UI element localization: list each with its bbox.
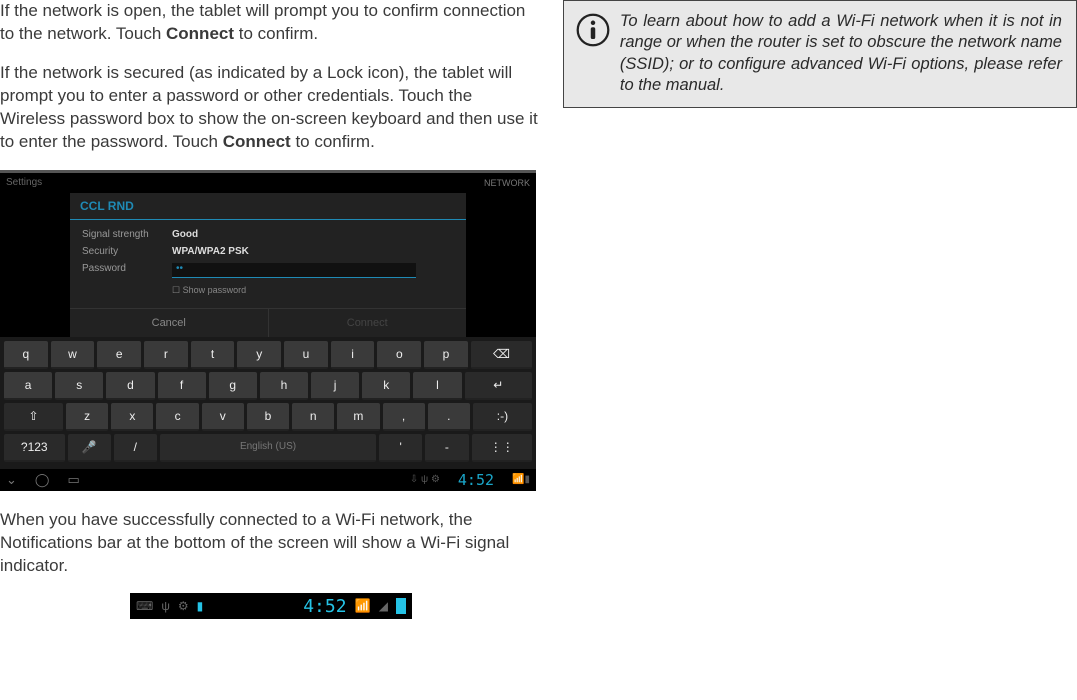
key-z[interactable]: z (66, 403, 108, 431)
mini-dl-icon: ▮ (197, 599, 204, 613)
recent-icon[interactable]: ▭ (67, 472, 79, 488)
cancel-button[interactable]: Cancel (70, 309, 268, 337)
para-connected: When you have successfully connected to … (0, 509, 539, 578)
signal-value: Good (172, 229, 198, 240)
key-a[interactable]: a (4, 372, 52, 400)
para-secured-network: If the network is secured (as indicated … (0, 62, 539, 154)
key-space[interactable]: English (US) (160, 434, 376, 462)
key-d[interactable]: d (106, 372, 154, 400)
key-o[interactable]: o (377, 341, 421, 369)
mini-kbd-icon: ⌨ (136, 599, 153, 613)
key-p[interactable]: p (424, 341, 468, 369)
wifi-status-icon: 📶▮ (512, 474, 530, 485)
show-password-checkbox[interactable]: ☐ Show password (82, 281, 454, 302)
key-apostrophe[interactable]: ' (379, 434, 422, 462)
key-b[interactable]: b (247, 403, 289, 431)
key-s[interactable]: s (55, 372, 103, 400)
wifi-dialog-screenshot: Settings NETWORK WIRELESS 📶WiFi ᛒBlue ◔D… (0, 170, 536, 491)
key-x[interactable]: x (111, 403, 153, 431)
key-h[interactable]: h (260, 372, 308, 400)
key-k[interactable]: k (362, 372, 410, 400)
key-y[interactable]: y (237, 341, 281, 369)
mini-debug-icon: ⚙ (178, 599, 189, 613)
key-m[interactable]: m (337, 403, 379, 431)
key-c[interactable]: c (156, 403, 198, 431)
connect-bold-1: Connect (166, 24, 234, 43)
info-icon (574, 11, 612, 49)
mini-usb-icon: ψ (161, 599, 170, 613)
settings-label: Settings (6, 177, 42, 188)
add-network-label: NETWORK (484, 178, 530, 188)
dialog-title: CCL RND (70, 193, 466, 220)
key-.[interactable]: . (428, 403, 470, 431)
info-callout: To learn about how to add a Wi-Fi networ… (563, 0, 1077, 108)
para-open-network: If the network is open, the tablet will … (0, 0, 539, 46)
key-l[interactable]: l (413, 372, 461, 400)
key-j[interactable]: j (311, 372, 359, 400)
mini-wifi-icon: 📶 (355, 598, 371, 614)
key-r[interactable]: r (144, 341, 188, 369)
key-v[interactable]: v (202, 403, 244, 431)
key-e[interactable]: e (97, 341, 141, 369)
key-mic[interactable]: 🎤 (68, 434, 111, 462)
status-icons: ⇩ ψ ⚙ (410, 474, 440, 485)
key-w[interactable]: w (51, 341, 95, 369)
info-text: To learn about how to add a Wi-Fi networ… (620, 11, 1062, 97)
key-smile[interactable]: :-) (473, 403, 532, 431)
key-sym[interactable]: ?123 (4, 434, 65, 462)
mini-clock: 4:52 (303, 596, 346, 617)
key-dash[interactable]: - (425, 434, 468, 462)
key-enter[interactable]: ↵ (465, 372, 532, 400)
onscreen-keyboard[interactable]: qwertyuiop⌫ asdfghjkl↵ ⇧zxcvbnm,.:-) ?12… (0, 337, 536, 469)
key-shift[interactable]: ⇧ (4, 403, 63, 431)
key-backspace[interactable]: ⌫ (471, 341, 532, 369)
password-label: Password (82, 263, 172, 278)
signal-label: Signal strength (82, 229, 172, 240)
key-,[interactable]: , (383, 403, 425, 431)
para2-c: to confirm. (291, 132, 375, 151)
mini-battery-icon (396, 598, 406, 614)
clock: 4:52 (458, 471, 494, 489)
security-label: Security (82, 246, 172, 257)
key-q[interactable]: q (4, 341, 48, 369)
key-n[interactable]: n (292, 403, 334, 431)
key-g[interactable]: g (209, 372, 257, 400)
key-slash[interactable]: / (114, 434, 157, 462)
notification-bar-sample: ⌨ ψ ⚙ ▮ 4:52 📶 ◢ (130, 593, 412, 619)
para1-c: to confirm. (234, 24, 318, 43)
key-i[interactable]: i (331, 341, 375, 369)
password-input[interactable]: •• (172, 263, 416, 278)
connect-bold-2: Connect (223, 132, 291, 151)
mini-signal-icon: ◢ (379, 599, 388, 613)
key-grid[interactable]: ⋮⋮ (472, 434, 533, 462)
connect-button[interactable]: Connect (268, 309, 467, 337)
system-nav-bar: ⌄ ◯ ▭ ⇩ ψ ⚙ 4:52 📶▮ (0, 469, 536, 491)
home-icon[interactable]: ◯ (35, 472, 50, 488)
key-u[interactable]: u (284, 341, 328, 369)
back-icon[interactable]: ⌄ (6, 472, 17, 488)
security-value: WPA/WPA2 PSK (172, 246, 249, 257)
key-t[interactable]: t (191, 341, 235, 369)
key-f[interactable]: f (158, 372, 206, 400)
wifi-connect-dialog: CCL RND Signal strengthGood SecurityWPA/… (70, 193, 466, 337)
